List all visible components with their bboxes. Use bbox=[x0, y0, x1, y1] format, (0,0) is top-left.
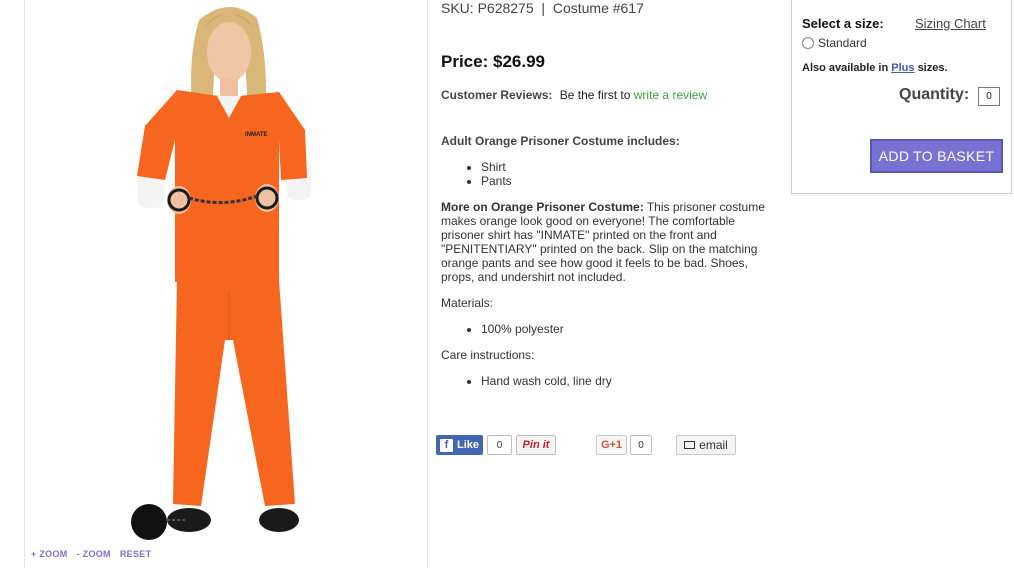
zoom-out-link[interactable]: - ZOOM bbox=[77, 549, 111, 559]
sizing-chart-link[interactable]: Sizing Chart bbox=[915, 16, 986, 31]
envelope-icon bbox=[684, 441, 696, 449]
price-value: $26.99 bbox=[492, 52, 545, 71]
size-option-standard[interactable]: Standard bbox=[802, 36, 867, 50]
like-label: Like bbox=[457, 439, 480, 451]
email-label: email bbox=[699, 438, 728, 452]
product-photo[interactable]: INMATE bbox=[129, 0, 339, 552]
gplus-count: 0 bbox=[630, 435, 652, 455]
select-size-label: Select a size: bbox=[802, 16, 884, 31]
pinterest-button[interactable]: Pin it bbox=[516, 435, 556, 455]
size-option-label: Standard bbox=[818, 36, 867, 50]
facebook-icon: f bbox=[440, 438, 453, 452]
plus-sizes-link[interactable]: Plus bbox=[891, 62, 914, 74]
list-item: Shirt bbox=[481, 160, 512, 174]
facebook-like-button[interactable]: f Like bbox=[436, 435, 483, 455]
product-image-panel: INMATE + ZOOM - ZOOM RESET bbox=[24, 0, 428, 568]
plus-prefix: Also available in bbox=[802, 62, 889, 74]
zoom-reset-link[interactable]: RESET bbox=[120, 549, 152, 559]
purchase-box: Select a size: Sizing Chart Standard Als… bbox=[791, 0, 1012, 194]
list-item: 100% polyester bbox=[481, 322, 564, 336]
price-label: Price: bbox=[441, 52, 489, 71]
sku-separator: | bbox=[541, 0, 546, 16]
reviews-label: Customer Reviews: bbox=[441, 88, 553, 102]
sku-line: SKU: P628275 | Costume #617 bbox=[441, 0, 644, 16]
description-heading: More on Orange Prisoner Costume: bbox=[441, 200, 644, 214]
google-plus-button[interactable]: G+1 bbox=[596, 435, 627, 455]
care-list: Hand wash cold, line dry bbox=[441, 374, 612, 388]
materials-list: 100% polyester bbox=[441, 322, 564, 336]
plus-suffix: sizes. bbox=[917, 62, 948, 74]
costume-number: Costume #617 bbox=[552, 0, 644, 16]
customer-reviews: Customer Reviews: Be the first to write … bbox=[441, 88, 707, 102]
email-share-button[interactable]: email bbox=[676, 435, 736, 455]
materials-heading: Materials: bbox=[441, 296, 494, 310]
quantity-input[interactable]: 0 bbox=[978, 87, 1000, 106]
size-radio[interactable] bbox=[802, 37, 814, 49]
includes-heading: Adult Orange Prisoner Costume includes: bbox=[441, 134, 680, 148]
includes-list: Shirt Pants bbox=[441, 160, 512, 188]
sku-text: SKU: P628275 bbox=[441, 0, 534, 16]
zoom-in-link[interactable]: + ZOOM bbox=[31, 549, 68, 559]
reviews-prompt: Be the first to bbox=[559, 88, 631, 102]
add-to-basket-button[interactable]: ADD TO BASKET bbox=[870, 139, 1003, 173]
plus-sizes-note: Also available in Plus sizes. bbox=[802, 62, 948, 74]
zoom-controls: + ZOOM - ZOOM RESET bbox=[31, 549, 160, 559]
list-item: Pants bbox=[481, 174, 512, 188]
care-heading: Care instructions: bbox=[441, 348, 535, 362]
product-description: More on Orange Prisoner Costume: This pr… bbox=[441, 200, 776, 284]
shirt-print-text: INMATE bbox=[245, 132, 268, 138]
write-review-link[interactable]: write a review bbox=[634, 88, 707, 102]
quantity-label: Quantity: bbox=[899, 86, 970, 103]
price: Price: $26.99 bbox=[441, 52, 545, 72]
list-item: Hand wash cold, line dry bbox=[481, 374, 612, 388]
like-count: 0 bbox=[487, 435, 512, 455]
